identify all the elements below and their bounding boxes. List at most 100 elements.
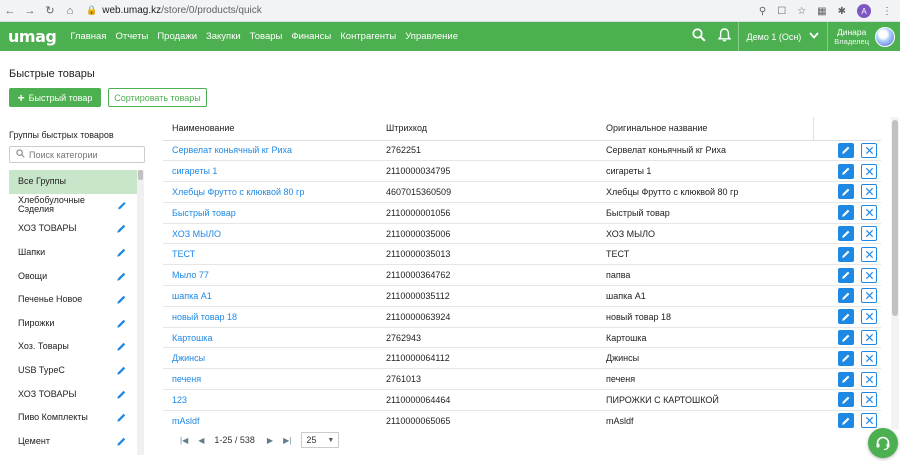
profile-icon[interactable]: A: [857, 4, 871, 18]
product-name-link[interactable]: Сервелат коньячный кг Риха: [172, 145, 292, 155]
product-name-link[interactable]: ТЕСТ: [172, 249, 195, 259]
edit-category-icon[interactable]: [116, 412, 127, 423]
sort-products-button[interactable]: Сортировать товары: [108, 88, 207, 107]
back-icon[interactable]: ←: [0, 5, 20, 17]
forward-icon[interactable]: →: [20, 5, 40, 17]
reload-icon[interactable]: ↻: [40, 4, 60, 17]
search-icon[interactable]: [686, 28, 712, 45]
nav-item-sales[interactable]: Продажи: [157, 31, 197, 42]
product-name-link[interactable]: ХОЗ МЫЛО: [172, 229, 221, 239]
column-header-barcode[interactable]: Штрихкод: [377, 117, 597, 141]
product-name-link[interactable]: новый товар 18: [172, 312, 237, 322]
product-name-link[interactable]: сигареты 1: [172, 166, 217, 176]
edit-icon[interactable]: [838, 392, 854, 408]
delete-icon[interactable]: [861, 184, 877, 200]
edit-category-icon[interactable]: [116, 436, 127, 447]
product-name-link[interactable]: Джинсы: [172, 353, 205, 363]
product-name-link[interactable]: шапка А1: [172, 291, 212, 301]
edit-icon[interactable]: [838, 288, 854, 304]
edit-category-icon[interactable]: [116, 341, 127, 352]
menu-icon[interactable]: ⋮: [882, 6, 892, 17]
category-item[interactable]: Пиво Комплекты: [9, 406, 137, 430]
edit-category-icon[interactable]: [116, 271, 127, 282]
next-page-icon[interactable]: ▶: [267, 436, 273, 445]
delete-icon[interactable]: [861, 413, 877, 429]
category-item[interactable]: ХОЗ ТОВАРЫ: [9, 382, 137, 406]
bell-icon[interactable]: [712, 28, 738, 45]
edit-icon[interactable]: [838, 330, 854, 346]
nav-item-home[interactable]: Главная: [70, 31, 106, 42]
column-header-original-name[interactable]: Оригинальное название: [597, 117, 813, 141]
category-item[interactable]: Шапки: [9, 241, 137, 265]
delete-icon[interactable]: [861, 392, 877, 408]
edit-icon[interactable]: [838, 413, 854, 429]
first-page-icon[interactable]: |◀: [180, 436, 188, 445]
delete-icon[interactable]: [861, 309, 877, 325]
last-page-icon[interactable]: ▶|: [283, 436, 291, 445]
category-scrollbar[interactable]: [137, 170, 144, 455]
home-icon[interactable]: ⌂: [60, 5, 80, 17]
edit-icon[interactable]: [838, 205, 854, 221]
product-name-link[interactable]: 123: [172, 395, 187, 405]
delete-icon[interactable]: [861, 288, 877, 304]
category-item[interactable]: Овощи: [9, 264, 137, 288]
delete-icon[interactable]: [861, 350, 877, 366]
address-bar[interactable]: 🔒 web.umag.kz/store/0/products/quick: [86, 0, 262, 22]
delete-icon[interactable]: [861, 246, 877, 262]
category-item[interactable]: Все Группы: [9, 170, 137, 194]
category-search[interactable]: [9, 146, 145, 163]
edit-icon[interactable]: [838, 350, 854, 366]
table-scrollbar[interactable]: [891, 117, 899, 429]
edit-category-icon[interactable]: [116, 223, 127, 234]
category-item[interactable]: Пирожки: [9, 312, 137, 336]
delete-icon[interactable]: [861, 205, 877, 221]
delete-icon[interactable]: [861, 226, 877, 242]
edit-icon[interactable]: [838, 267, 854, 283]
umag-logo[interactable]: umag: [8, 27, 57, 46]
nav-item-reports[interactable]: Отчеты: [115, 31, 148, 42]
category-search-input[interactable]: [29, 149, 139, 160]
edit-icon[interactable]: [838, 246, 854, 262]
category-item[interactable]: Хоз. Товары: [9, 335, 137, 359]
product-name-link[interactable]: Хлебцы Фрутто с клюквой 80 гр: [172, 187, 304, 197]
edit-category-icon[interactable]: [116, 318, 127, 329]
key-icon[interactable]: ⚲: [759, 6, 766, 17]
per-page-select[interactable]: 25 ▼: [301, 432, 340, 448]
category-item[interactable]: Хлебобулочные Сэделия: [9, 194, 137, 218]
nav-item-purchases[interactable]: Закупки: [206, 31, 241, 42]
nav-item-products[interactable]: Товары: [250, 31, 283, 42]
user-info[interactable]: Динара Владелец: [828, 27, 875, 46]
add-quick-product-button[interactable]: + Быстрый товар: [9, 88, 101, 107]
product-name-link[interactable]: печеня: [172, 374, 201, 384]
scrollbar-thumb[interactable]: [138, 170, 143, 180]
edit-icon[interactable]: [838, 309, 854, 325]
edit-icon[interactable]: [838, 226, 854, 242]
avatar[interactable]: [875, 26, 895, 47]
category-item[interactable]: ХОЗ ТОВАРЫ: [9, 217, 137, 241]
edit-icon[interactable]: [838, 142, 854, 158]
column-header-name[interactable]: Наименование: [163, 117, 377, 141]
star-icon[interactable]: ☆: [797, 6, 806, 17]
product-name-link[interactable]: mAsldf: [172, 416, 200, 426]
edit-icon[interactable]: [838, 184, 854, 200]
extension-icon[interactable]: ▦: [817, 6, 826, 17]
edit-category-icon[interactable]: [117, 200, 127, 211]
category-item[interactable]: Цемент: [9, 430, 137, 454]
delete-icon[interactable]: [861, 267, 877, 283]
nav-item-contractors[interactable]: Контрагенты: [340, 31, 396, 42]
category-item[interactable]: Печенье Новое: [9, 288, 137, 312]
edit-category-icon[interactable]: [116, 247, 127, 258]
delete-icon[interactable]: [861, 371, 877, 387]
support-chat-button[interactable]: [868, 428, 898, 458]
edit-category-icon[interactable]: [116, 389, 127, 400]
edit-category-icon[interactable]: [116, 294, 127, 305]
scrollbar-thumb[interactable]: [892, 120, 898, 316]
share-icon[interactable]: ☐: [777, 6, 786, 17]
nav-item-management[interactable]: Управление: [405, 31, 458, 42]
delete-icon[interactable]: [861, 330, 877, 346]
edit-category-icon[interactable]: [116, 365, 127, 376]
delete-icon[interactable]: [861, 142, 877, 158]
category-item[interactable]: USB TypeC: [9, 359, 137, 383]
puzzle-icon[interactable]: ✱: [838, 6, 846, 17]
product-name-link[interactable]: Картошка: [172, 333, 212, 343]
